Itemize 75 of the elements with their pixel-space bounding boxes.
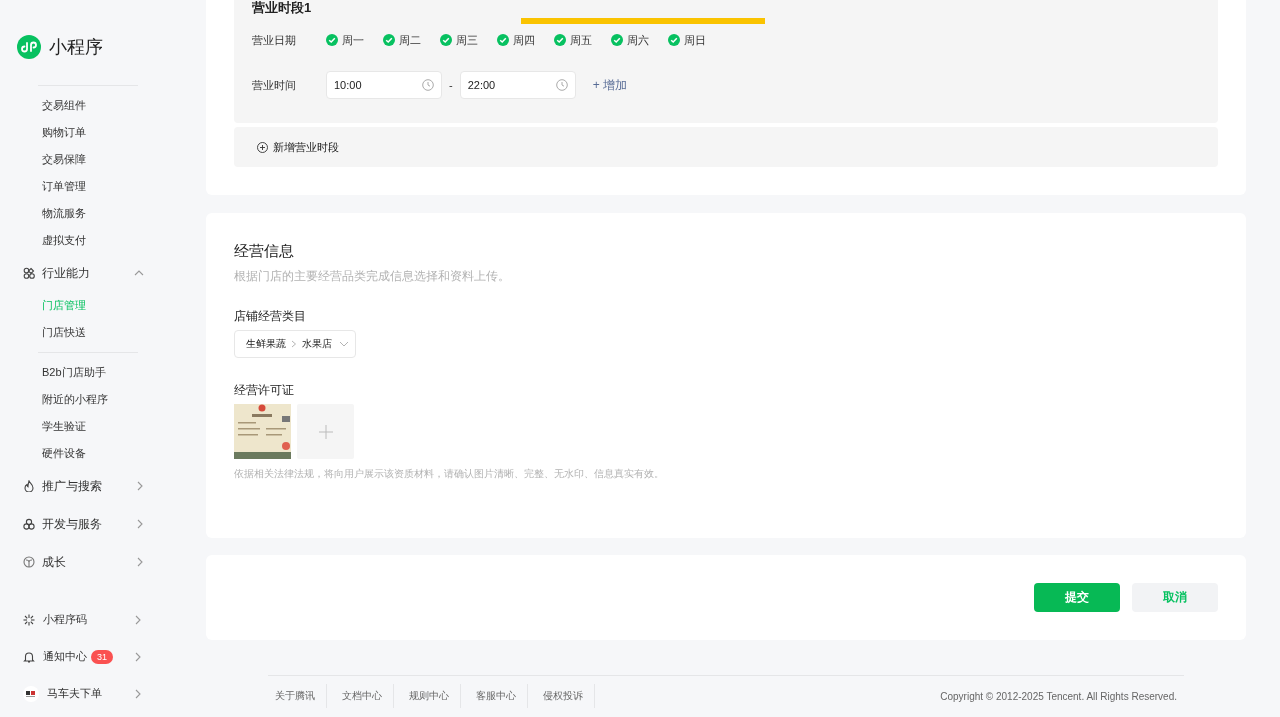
section-title: 经营信息 [234, 242, 295, 260]
chevron-right-icon [136, 481, 144, 491]
chevron-right-icon [136, 519, 144, 529]
nodes-icon [23, 267, 35, 279]
chevron-down-icon [339, 341, 349, 347]
clock-icon [422, 79, 434, 91]
nav-group[interactable]: 推广与搜索 [0, 467, 200, 505]
chevron-right-icon [134, 651, 142, 662]
logo-icon [17, 35, 41, 59]
checkbox-label: 周四 [513, 32, 535, 48]
checked-checkbox-icon[interactable] [326, 34, 338, 46]
section-description: 根据门店的主要经营品类完成信息选择和资料上传。 [234, 268, 511, 284]
checked-checkbox-icon[interactable] [497, 34, 509, 46]
nav-item[interactable]: 通知中心 31 [0, 638, 200, 675]
chevron-right-icon [134, 688, 142, 699]
time-field[interactable]: 22:00 [459, 71, 576, 99]
field-label: 营业时间 [252, 77, 297, 93]
bell-icon [23, 650, 35, 663]
count-badge: 31 [91, 649, 113, 664]
footer-link[interactable]: 关于腾讯 [268, 684, 327, 709]
checked-checkbox-icon[interactable] [440, 34, 452, 46]
checkbox-label: 周五 [570, 32, 592, 48]
add-period-button[interactable]: 新增营业时段 [257, 139, 339, 155]
checked-checkbox-icon[interactable] [554, 34, 566, 46]
checked-checkbox-icon[interactable] [668, 34, 680, 46]
flame-icon [23, 480, 35, 492]
footer-link[interactable]: 侵权投诉 [536, 684, 595, 709]
chevron-up-icon [134, 269, 144, 277]
nav-item[interactable]: 门店快送 [0, 319, 200, 346]
add-link[interactable]: + 增加 [592, 76, 627, 94]
plus-icon [318, 424, 333, 439]
nav-item[interactable]: 学生验证 [0, 413, 200, 440]
upload-hint: 依据相关法律法规，将向用户展示该资质材料，请确认图片清晰、完整、无水印、信息真实有效。 [234, 467, 665, 481]
footer-link[interactable]: 客服中心 [469, 684, 528, 709]
nav-group[interactable]: 成长 [0, 543, 200, 581]
checked-checkbox-icon[interactable] [611, 34, 623, 46]
nav-item[interactable]: 交易组件 [0, 92, 200, 119]
chevron-right-icon [136, 557, 144, 567]
nav-item[interactable]: 小程序码 [0, 601, 200, 638]
checkbox-label: 周二 [399, 32, 421, 48]
nav-item[interactable]: 附近的小程序 [0, 386, 200, 413]
checkbox-label: 周一 [342, 32, 364, 48]
nav-item[interactable]: 物流服务 [0, 200, 200, 227]
nav-item[interactable]: 硬件设备 [0, 440, 200, 467]
copyright-text: Copyright © 2012-2025 Tencent. All Rights Reserved. [940, 690, 1178, 702]
nav-item[interactable]: 虚拟支付 [0, 227, 200, 254]
nav-item[interactable]: 订单管理 [0, 173, 200, 200]
field-label: 营业日期 [252, 32, 297, 48]
nav-group[interactable]: 行业能力 [0, 254, 200, 292]
field-label: 店铺经营类目 [234, 308, 307, 324]
category-select[interactable]: 生鲜果蔬 水果店 [234, 330, 356, 358]
plus-circle-icon [257, 141, 268, 153]
checked-checkbox-icon[interactable] [383, 34, 395, 46]
checkbox-label: 周六 [627, 32, 649, 48]
checkbox-label: 周三 [456, 32, 478, 48]
avatar-icon [23, 685, 39, 702]
app-title: 小程序 [49, 36, 103, 59]
chevron-right-icon [291, 340, 297, 348]
checkbox-label: 周日 [684, 32, 706, 48]
sunburst-icon [23, 613, 35, 626]
field-label: 经营许可证 [234, 382, 295, 398]
range-separator: - [449, 79, 453, 91]
nav-item[interactable]: 购物订单 [0, 119, 200, 146]
time-field[interactable]: 10:00 [326, 71, 442, 99]
section-title: 营业时段1 [252, 0, 313, 16]
chevron-right-icon [134, 614, 142, 625]
nav-group[interactable]: 开发与服务 [0, 505, 200, 543]
nav-item[interactable]: 马车夫下单 [0, 675, 200, 712]
nav-item[interactable]: 交易保障 [0, 146, 200, 173]
circles-icon [23, 518, 35, 530]
sprout-icon [23, 556, 35, 568]
footer-link[interactable]: 规则中心 [402, 684, 461, 709]
footer-link[interactable]: 文档中心 [335, 684, 394, 709]
nav-item[interactable]: B2b门店助手 [0, 359, 200, 386]
clock-icon [555, 79, 568, 91]
